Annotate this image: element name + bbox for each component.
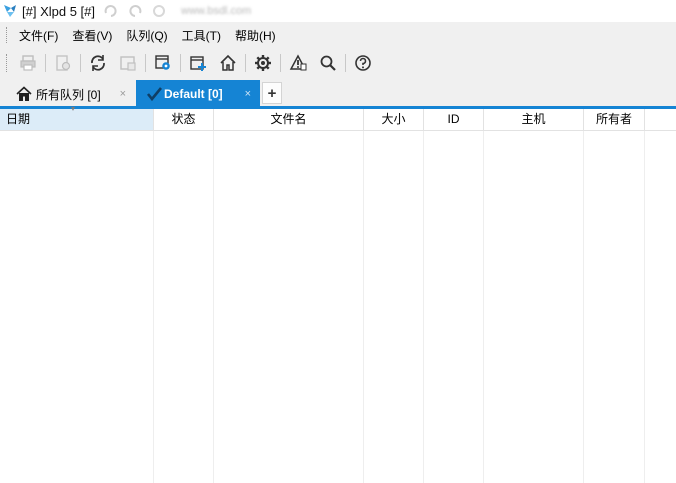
window-title: [#] Xlpd 5 [#] [22, 3, 95, 19]
home-icon [220, 54, 236, 71]
tab-close-icon[interactable]: × [245, 88, 251, 100]
search-button[interactable] [316, 52, 340, 74]
menu-help[interactable]: 帮助(H) [228, 27, 283, 44]
column-owner[interactable]: 所有者 [584, 109, 645, 130]
toolbar-grip[interactable] [6, 54, 9, 72]
print-settings-icon [56, 55, 71, 71]
queue-settings-icon [155, 55, 170, 70]
queue-table-header: ▾ 日期 状态 文件名 大小 ID 主机 所有者 [0, 105, 676, 131]
toolbar-separator [80, 54, 81, 72]
app-logo-icon [4, 5, 16, 17]
column-divider [213, 131, 214, 483]
alert-button[interactable] [286, 52, 310, 74]
new-queue-button[interactable] [186, 52, 210, 74]
menu-tools[interactable]: 工具(T) [175, 27, 228, 44]
help-button[interactable] [351, 52, 375, 74]
search-icon [320, 55, 336, 71]
menu-view[interactable]: 查看(V) [65, 27, 119, 44]
print-icon [20, 55, 36, 71]
column-divider [363, 131, 364, 483]
queue-settings-button[interactable] [151, 52, 175, 74]
menu-file[interactable]: 文件(F) [9, 27, 65, 44]
tab-default[interactable]: Default [0] × [136, 80, 260, 108]
toolbar-separator [280, 54, 281, 72]
gear-icon [255, 55, 271, 71]
column-id[interactable]: ID [424, 109, 484, 130]
toolbar-separator [180, 54, 181, 72]
print-settings-button[interactable] [51, 52, 75, 74]
column-divider [644, 131, 645, 483]
refresh-button[interactable] [86, 52, 110, 74]
title-bar: [#] Xlpd 5 [#] www.bsdl.com [0, 0, 676, 22]
column-host[interactable]: 主机 [484, 109, 584, 130]
quick-access-icons [103, 3, 167, 19]
home-icon [16, 86, 32, 101]
new-queue-icon [190, 56, 206, 71]
tab-close-icon[interactable]: × [120, 88, 126, 100]
sort-indicator-icon: ▾ [71, 104, 76, 113]
toolbar [0, 48, 676, 78]
column-size[interactable]: 大小 [364, 109, 424, 130]
column-divider [483, 131, 484, 483]
menu-bar: 文件(F) 查看(V) 队列(Q) 工具(T) 帮助(H) [0, 22, 676, 48]
tab-default-label: Default [0] [164, 87, 223, 101]
queue-table-body[interactable] [0, 131, 676, 483]
add-tab-button[interactable]: + [262, 82, 282, 104]
toolbar-separator [245, 54, 246, 72]
print-button[interactable] [16, 52, 40, 74]
column-date[interactable]: ▾ 日期 [0, 105, 154, 130]
settings-button[interactable] [251, 52, 275, 74]
tab-bar: 所有队列 [0] × Default [0] × + [0, 78, 676, 108]
blurred-watermark: www.bsdl.com [181, 5, 252, 17]
tab-all-queues[interactable]: 所有队列 [0] × [6, 80, 134, 108]
toolbar-separator [145, 54, 146, 72]
tab-all-queues-label: 所有队列 [0] [36, 87, 101, 102]
column-status[interactable]: 状态 [154, 109, 214, 130]
undo-icon[interactable] [127, 3, 143, 19]
menu-queue[interactable]: 队列(Q) [119, 27, 174, 44]
settings-quick-icon[interactable] [151, 3, 167, 19]
help-icon [355, 55, 371, 71]
home-button[interactable] [216, 52, 240, 74]
alert-icon [289, 54, 307, 71]
column-divider [423, 131, 424, 483]
refresh-icon [91, 55, 105, 71]
column-date-label: 日期 [6, 112, 31, 126]
toolbar-separator [345, 54, 346, 72]
column-filename[interactable]: 文件名 [214, 109, 364, 130]
toolbar-separator [45, 54, 46, 72]
window-button[interactable] [116, 52, 140, 74]
window-icon [120, 56, 136, 71]
checkmark-icon [146, 87, 162, 102]
column-divider [583, 131, 584, 483]
column-divider [153, 131, 154, 483]
redo-icon[interactable] [103, 3, 119, 19]
